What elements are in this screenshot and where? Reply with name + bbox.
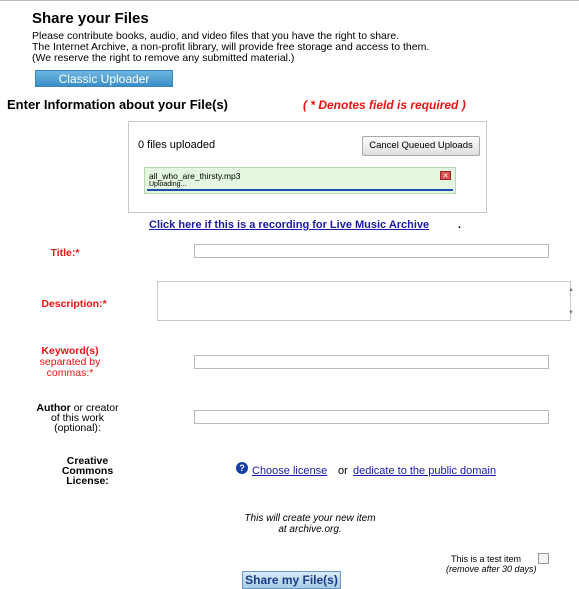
keywords-label-sub2: commas:* [46, 367, 94, 379]
required-note: ( * Denotes field is required ) [303, 98, 466, 112]
description-label: Description:* [41, 298, 107, 310]
author-label: Author or creator of this work (optional… [20, 403, 135, 434]
intro-line-3: (We reserve the right to remove any subm… [32, 52, 295, 64]
create-note-line-2: at archive.org. [278, 524, 342, 535]
lma-period: . [458, 219, 462, 231]
queue-item: all_who_are_thirsty.mp3 Uploading... ✕ [144, 167, 456, 194]
page-title: Share your Files [32, 10, 149, 27]
choose-license-link[interactable]: Choose license [252, 465, 327, 477]
remove-file-icon[interactable]: ✕ [440, 171, 451, 180]
queue-status: Uploading... [149, 181, 187, 188]
upload-progress-bar [147, 189, 453, 191]
license-label: Creative Commons License: [40, 456, 135, 487]
license-label-3: License: [66, 475, 109, 487]
create-item-note: This will create your new item at archiv… [210, 513, 410, 535]
share-files-button[interactable]: Share my File(s) [242, 571, 341, 589]
test-item-note: (remove after 30 days) [446, 564, 537, 574]
intro-text: Please contribute books, audio, and vide… [32, 31, 429, 64]
scroll-down-arrow-icon[interactable]: ▼ [568, 310, 574, 316]
test-item-checkbox[interactable] [538, 553, 549, 564]
keywords-label: Keyword(s) separated by commas:* [30, 346, 110, 379]
classic-uploader-button[interactable]: Classic Uploader [35, 70, 173, 87]
create-note-line-1: This will create your new item [244, 513, 376, 524]
public-domain-link[interactable]: dedicate to the public domain [353, 465, 496, 477]
title-label: Title:* [50, 247, 80, 259]
scroll-up-arrow-icon[interactable]: ▲ [568, 287, 574, 293]
top-divider [0, 0, 579, 1]
keywords-input[interactable] [194, 355, 549, 369]
live-music-archive-link[interactable]: Click here if this is a recording for Li… [149, 219, 429, 231]
cancel-queued-uploads-button[interactable]: Cancel Queued Uploads [362, 136, 480, 156]
title-input[interactable] [194, 244, 549, 258]
test-item-label: This is a test item [451, 554, 522, 564]
author-label-sub2: (optional): [54, 422, 101, 434]
license-or-text: or [338, 465, 348, 477]
author-input[interactable] [194, 410, 549, 424]
section-title: Enter Information about your File(s) [7, 97, 229, 112]
upload-panel: 0 files uploaded Cancel Queued Uploads a… [128, 121, 487, 213]
question-icon[interactable]: ? [236, 462, 248, 474]
files-uploaded-count: 0 files uploaded [138, 139, 216, 151]
description-textarea[interactable]: ▲ ▼ [157, 281, 574, 321]
queue-filename: all_who_are_thirsty.mp3 [149, 171, 241, 181]
